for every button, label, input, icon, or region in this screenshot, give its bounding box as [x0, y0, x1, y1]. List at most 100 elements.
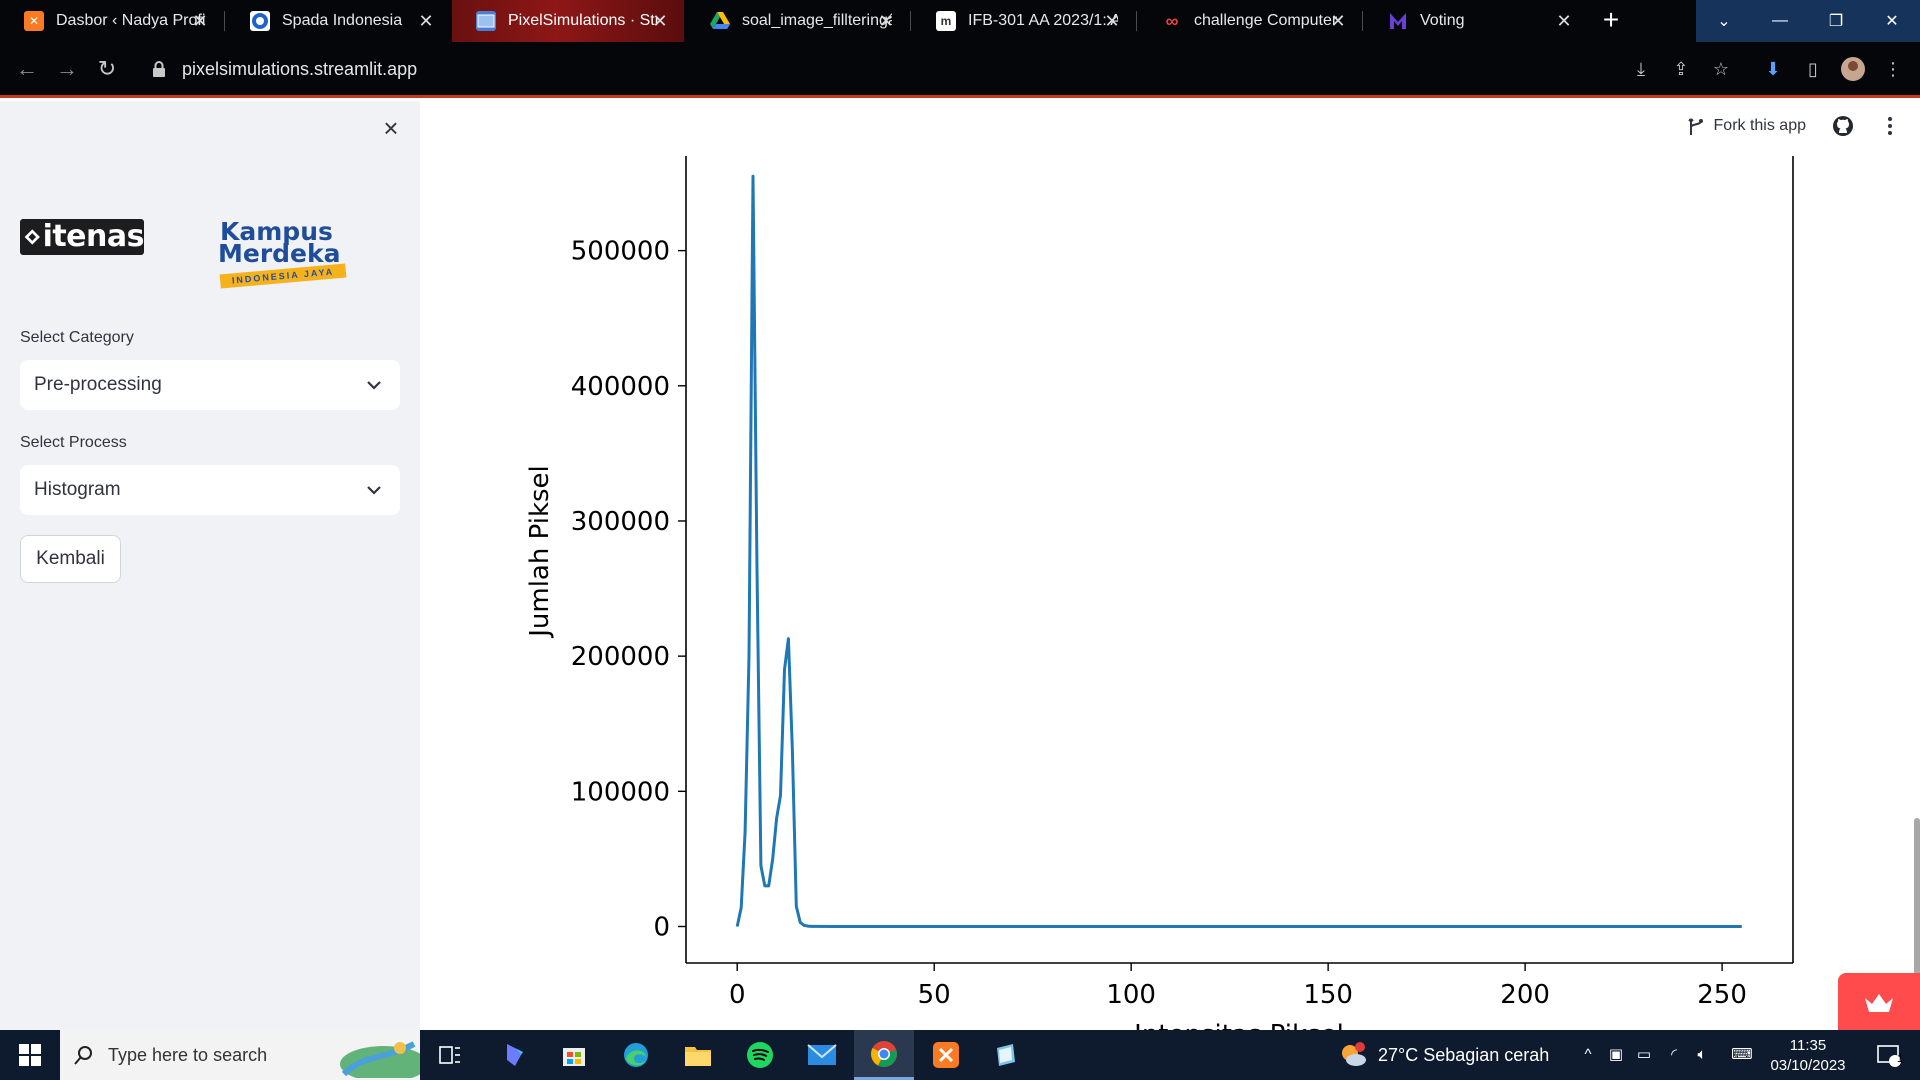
tab-dasbor[interactable]: ✕ Dasbor ‹ Nadya Profil ✕: [0, 0, 224, 42]
browser-menu-icon[interactable]: ⋮: [1880, 56, 1906, 82]
infinity-icon: ∞: [1165, 10, 1179, 31]
github-icon[interactable]: [1832, 115, 1854, 137]
taskbar-search-input[interactable]: Type here to search: [60, 1030, 420, 1080]
wifi-icon[interactable]: ◜: [1664, 1045, 1684, 1065]
close-tab-icon[interactable]: ✕: [876, 11, 896, 31]
share-icon[interactable]: ⇪: [1668, 56, 1694, 82]
battery-icon[interactable]: ▭: [1634, 1045, 1654, 1065]
window-close-icon[interactable]: ✕: [1864, 0, 1920, 42]
microsoft-store-icon[interactable]: [544, 1030, 604, 1080]
itenas-logo-text: itenas: [42, 219, 145, 254]
x-tick-label: 100: [1106, 980, 1156, 1010]
task-view-icon[interactable]: [420, 1030, 480, 1080]
close-tab-icon[interactable]: ✕: [190, 11, 210, 31]
new-tab-icon[interactable]: +: [1596, 6, 1626, 36]
kembali-button[interactable]: Kembali: [20, 535, 121, 583]
notepad-icon[interactable]: [976, 1030, 1036, 1080]
tab-title: challenge Computer: [1194, 12, 1338, 29]
close-tab-icon[interactable]: ✕: [1328, 11, 1348, 31]
streamlit-badge[interactable]: [1838, 973, 1920, 1030]
category-label: Select Category: [20, 329, 134, 346]
lock-icon: [153, 61, 165, 77]
kampus-merdeka-logo: Kampus Merdeka INDONESIA JAYA: [218, 219, 348, 289]
bookmark-star-icon[interactable]: ☆: [1708, 56, 1734, 82]
start-button[interactable]: [0, 1030, 60, 1080]
fork-app-button[interactable]: Fork this app: [1687, 116, 1806, 136]
reload-icon[interactable]: ↻: [92, 54, 122, 84]
chrome-icon[interactable]: [854, 1030, 914, 1080]
tab-title: Dasbor ‹ Nadya Profil: [56, 12, 206, 29]
app-toolbar: Fork this app: [1687, 101, 1920, 151]
search-icon: [74, 1046, 92, 1065]
show-hidden-icons-icon[interactable]: ^: [1578, 1045, 1598, 1065]
app-menu-icon[interactable]: [1880, 115, 1900, 137]
forward-icon[interactable]: →: [52, 54, 82, 84]
tab-title: Voting: [1420, 12, 1465, 29]
minimize-icon[interactable]: —: [1752, 0, 1808, 42]
y-tick-label: 0: [653, 913, 670, 943]
weather-icon: [1342, 1042, 1366, 1066]
streamlit-page-icon: [476, 11, 496, 31]
meet-now-icon[interactable]: ▣: [1606, 1045, 1626, 1065]
edge-icon[interactable]: [606, 1030, 666, 1080]
spotify-icon[interactable]: [730, 1030, 790, 1080]
bing-chat-icon[interactable]: [484, 1030, 544, 1080]
tab-pixelsimulations[interactable]: PixelSimulations · Streamlit ✕: [452, 0, 684, 42]
category-select[interactable]: Pre-processing: [20, 360, 400, 410]
tab-search-icon[interactable]: ⌄: [1696, 0, 1752, 42]
notification-center-icon[interactable]: 1: [1872, 1045, 1906, 1067]
close-tab-icon[interactable]: ✕: [1102, 11, 1122, 31]
tab-title: IFB-301 AA 2023/1: Ad: [968, 12, 1118, 29]
chevron-down-icon: [367, 381, 381, 390]
close-sidebar-icon[interactable]: ×: [378, 115, 404, 141]
url-field[interactable]: pixelsimulations.streamlit.app: [138, 50, 1588, 88]
x-tick-label: 150: [1303, 980, 1353, 1010]
weather-widget[interactable]: 27°C Sebagian cerah: [1338, 1030, 1549, 1080]
kampus-logo-line2: Merdeka: [218, 239, 341, 268]
mail-icon[interactable]: [792, 1030, 852, 1080]
category-select-value: Pre-processing: [34, 374, 162, 395]
xampp-icon[interactable]: [916, 1030, 976, 1080]
x-tick-label: 250: [1697, 980, 1747, 1010]
close-tab-icon[interactable]: ✕: [650, 11, 670, 31]
itenas-logo: itenas: [20, 219, 145, 255]
page-scrollbar[interactable]: [1914, 818, 1920, 978]
profile-avatar[interactable]: [1840, 56, 1866, 82]
close-tab-icon[interactable]: ✕: [416, 11, 436, 31]
address-bar: ← → ↻ pixelsimulations.streamlit.app ⤓ ⇪…: [0, 42, 1920, 98]
install-app-icon[interactable]: ⤓: [1628, 56, 1654, 82]
histogram-line: [735, 174, 1742, 928]
system-clock[interactable]: 11:35 03/10/2023: [1768, 1036, 1848, 1076]
tab-voting[interactable]: Voting ✕: [1364, 0, 1588, 42]
tab-challenge[interactable]: ∞ challenge Computer ✕: [1138, 0, 1362, 42]
plot-frame: [685, 156, 1794, 964]
volume-icon[interactable]: 🔈︎: [1692, 1045, 1712, 1065]
tab-title: PixelSimulations · Streamlit: [508, 12, 658, 29]
notification-count: 1: [1896, 1053, 1904, 1065]
y-tick-label: 400000: [571, 372, 670, 402]
x-tick-label: 50: [918, 980, 951, 1010]
y-axis-label: Jumlah Piksel: [525, 465, 555, 639]
xampp-icon: ✕: [24, 11, 44, 31]
fork-app-label: Fork this app: [1713, 117, 1806, 134]
tab-soal-image[interactable]: soal_image_fillteringâ€¦ ✕: [686, 0, 910, 42]
file-explorer-icon[interactable]: [668, 1030, 728, 1080]
clock-time: 11:35: [1789, 1037, 1827, 1054]
tab-ifb-301[interactable]: m IFB-301 AA 2023/1: Ad ✕: [912, 0, 1136, 42]
back-icon[interactable]: ←: [12, 54, 42, 84]
close-tab-icon[interactable]: ✕: [1554, 11, 1574, 31]
downloads-icon[interactable]: ⬇: [1760, 56, 1786, 82]
clock-date: 03/10/2023: [1770, 1057, 1846, 1074]
process-select[interactable]: Histogram: [20, 465, 400, 515]
side-panel-icon[interactable]: ▯: [1800, 56, 1826, 82]
keyboard-icon[interactable]: ⌨: [1726, 1045, 1758, 1065]
restore-icon[interactable]: ❐: [1808, 0, 1864, 42]
tab-separator: [910, 11, 911, 31]
x-axis-ticks: 0 50 100 150 200 250: [729, 963, 1747, 1010]
moodle-icon: m: [936, 11, 956, 31]
y-tick-label: 200000: [571, 642, 670, 672]
y-tick-label: 100000: [571, 777, 670, 807]
tab-spada[interactable]: Spada Indonesia ✕: [226, 0, 450, 42]
windows-taskbar: Type here to search 27°C Sebagian cerah: [0, 1030, 1920, 1080]
x-axis-label: Intensitas Piksel: [1134, 1020, 1344, 1030]
